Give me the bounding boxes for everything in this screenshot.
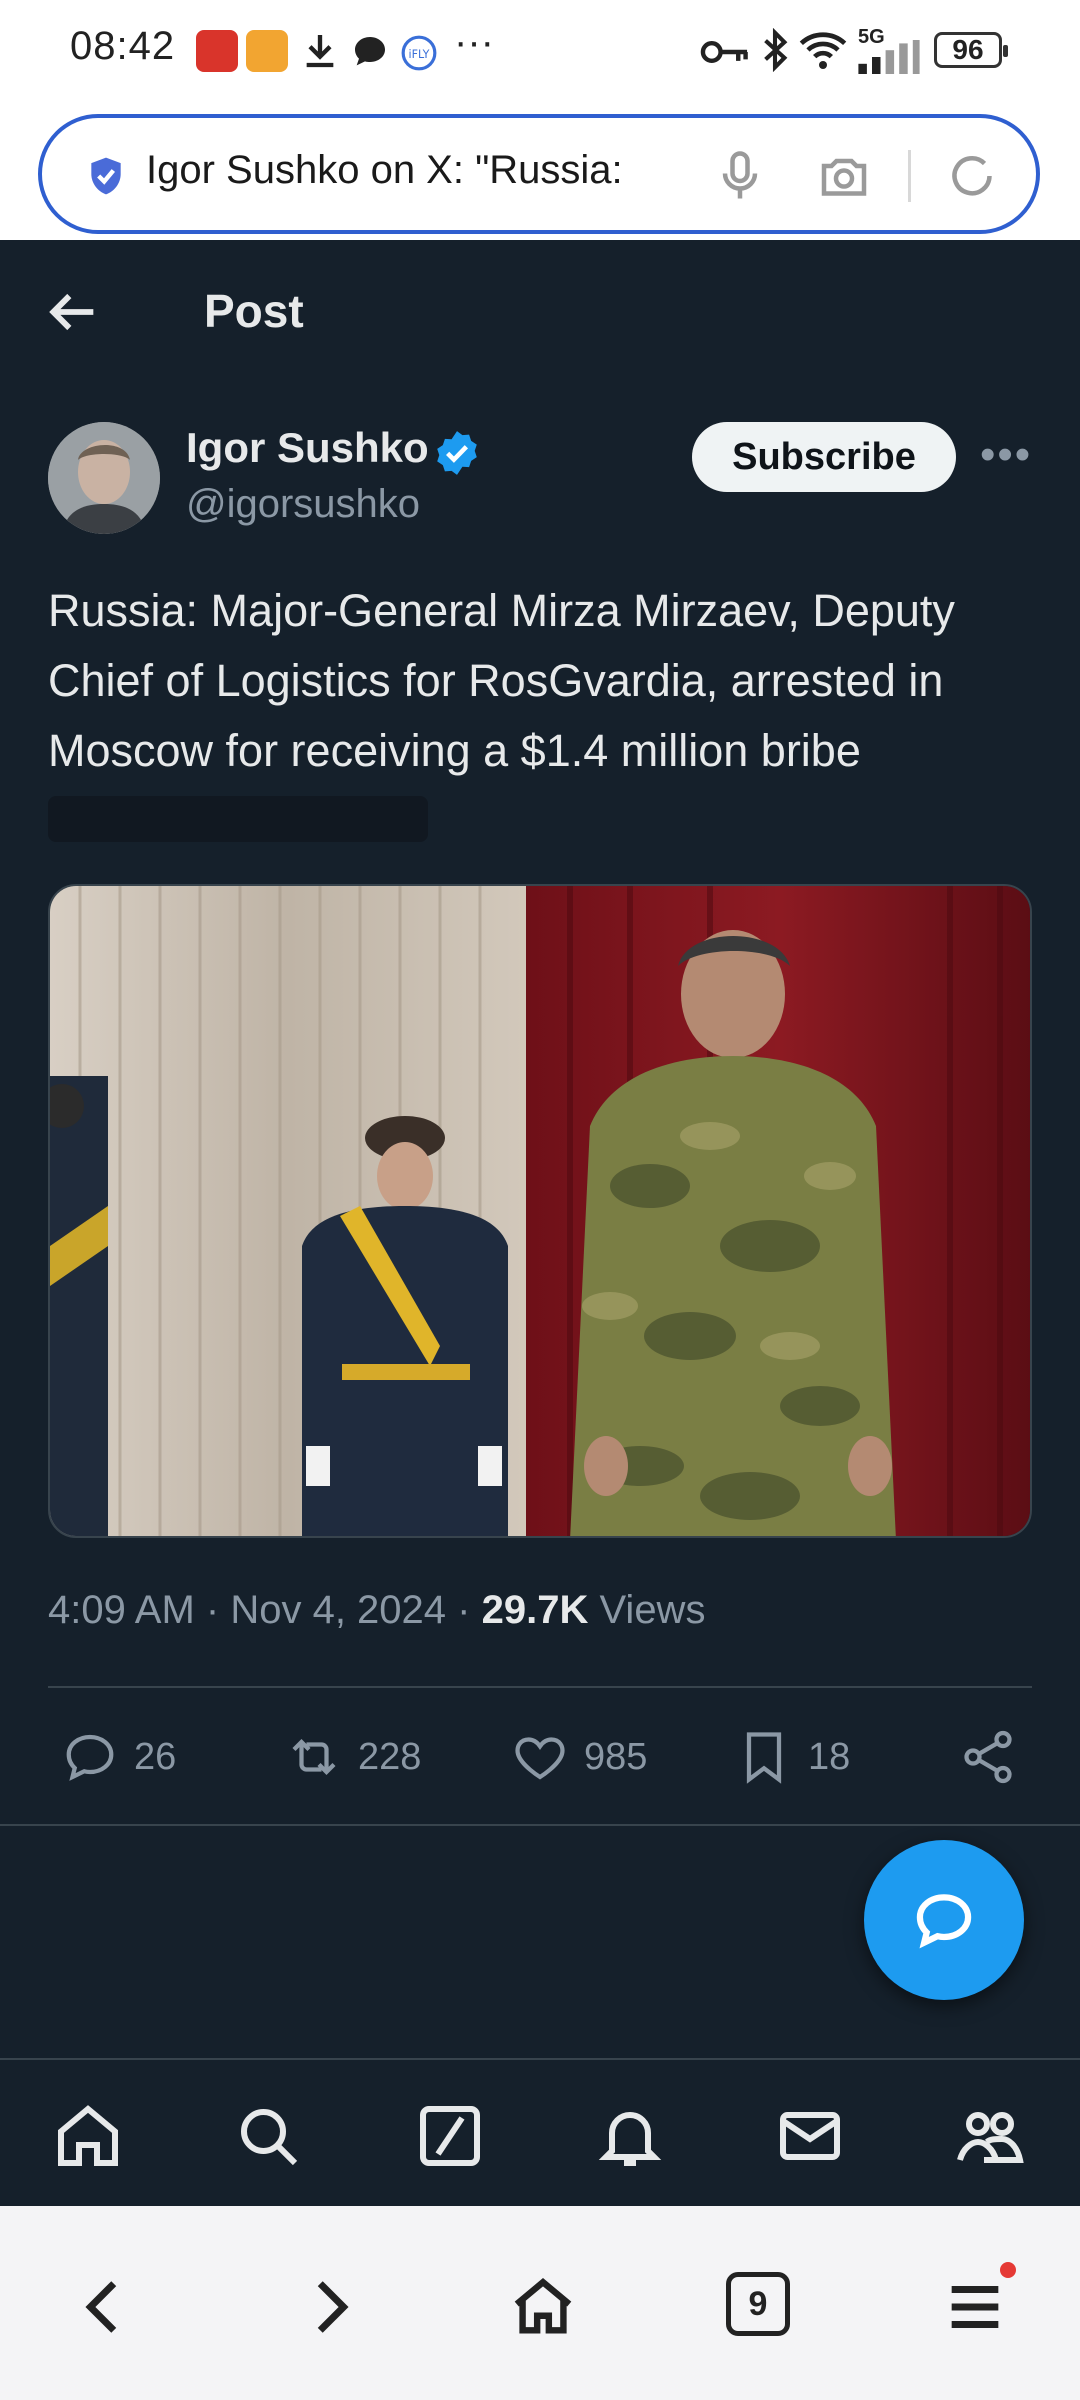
post-time: 4:09 AM bbox=[48, 1588, 195, 1632]
like-count: 985 bbox=[584, 1735, 648, 1778]
browser-forward-icon[interactable] bbox=[294, 2272, 364, 2342]
views-label: Views bbox=[599, 1588, 706, 1632]
browser-bottom-bar: 9 bbox=[0, 2206, 1080, 2400]
compose-reply-button[interactable] bbox=[864, 1840, 1024, 2000]
weibo-icon bbox=[246, 30, 288, 72]
app-icon-1 bbox=[196, 30, 238, 72]
wifi-icon bbox=[799, 32, 847, 69]
share-icon bbox=[964, 1730, 1012, 1784]
post-text: Russia: Major-General Mirza Mirzaev, Dep… bbox=[48, 585, 955, 776]
app-bottom-nav bbox=[0, 2058, 1080, 2206]
search-icon[interactable] bbox=[232, 2100, 304, 2172]
shield-icon bbox=[91, 157, 121, 195]
notification-dot bbox=[1000, 2262, 1016, 2278]
share-button[interactable] bbox=[958, 1722, 1018, 1792]
key-icon bbox=[700, 40, 748, 64]
notifications-bell-icon[interactable] bbox=[594, 2100, 666, 2172]
status-bar: 08:42 iFLY ··· 5G 96 bbox=[0, 0, 1080, 104]
redacted-text bbox=[48, 796, 428, 842]
more-status-icon: ··· bbox=[454, 20, 494, 64]
grok-icon[interactable] bbox=[414, 2100, 486, 2172]
signal-icon bbox=[858, 40, 920, 74]
address-bar[interactable]: Igor Sushko on X: "Russia: bbox=[38, 114, 1040, 234]
reload-icon[interactable] bbox=[942, 146, 1002, 206]
post-date: Nov 4, 2024 bbox=[230, 1588, 447, 1632]
verified-badge-icon bbox=[437, 431, 477, 475]
status-time: 08:42 bbox=[70, 24, 176, 68]
download-icon bbox=[306, 35, 334, 68]
chat-icon bbox=[355, 37, 385, 66]
repost-button[interactable]: 228 bbox=[284, 1722, 421, 1792]
post-meta: 4:09 AM · Nov 4, 2024 · 29.7K Views bbox=[48, 1588, 705, 1633]
address-divider bbox=[908, 150, 911, 202]
subscribe-button[interactable]: Subscribe bbox=[692, 422, 956, 492]
ifly-icon: iFLY bbox=[401, 35, 437, 71]
microphone-icon[interactable] bbox=[710, 146, 770, 206]
bluetooth-icon bbox=[764, 28, 788, 72]
browser-menu-icon[interactable] bbox=[940, 2272, 1010, 2342]
url-text[interactable]: Igor Sushko on X: "Russia: bbox=[146, 148, 706, 193]
repost-icon bbox=[292, 1738, 336, 1776]
views-count: 29.7K bbox=[481, 1588, 589, 1632]
battery-indicator: 96 bbox=[934, 32, 1008, 68]
bookmark-count: 18 bbox=[808, 1735, 851, 1778]
reply-bubble-icon bbox=[916, 1894, 972, 1949]
heart-icon bbox=[515, 1737, 565, 1780]
divider bbox=[48, 1686, 1032, 1688]
like-button[interactable]: 985 bbox=[510, 1722, 647, 1792]
communities-icon[interactable] bbox=[954, 2100, 1026, 2172]
more-options-icon[interactable]: ••• bbox=[980, 430, 1032, 480]
post-photo bbox=[50, 886, 1030, 1536]
author-name[interactable]: Igor Sushko bbox=[186, 424, 429, 472]
bookmark-icon bbox=[746, 1732, 782, 1784]
home-icon[interactable] bbox=[52, 2100, 124, 2172]
author-handle[interactable]: @igorsushko bbox=[186, 482, 420, 527]
camera-icon[interactable] bbox=[814, 146, 874, 206]
avatar[interactable] bbox=[48, 422, 160, 534]
meta-separator: · bbox=[205, 1588, 231, 1632]
divider bbox=[0, 1824, 1080, 1826]
post-image[interactable] bbox=[48, 884, 1032, 1538]
tab-switcher-button[interactable]: 9 bbox=[726, 2272, 790, 2336]
reply-button[interactable]: 26 bbox=[60, 1722, 176, 1792]
reply-count: 26 bbox=[134, 1735, 177, 1778]
back-arrow-icon[interactable] bbox=[40, 280, 104, 344]
browser-home-icon[interactable] bbox=[508, 2272, 578, 2342]
meta-separator: · bbox=[457, 1588, 482, 1632]
post-header: Post bbox=[0, 240, 1080, 380]
bookmark-button[interactable]: 18 bbox=[734, 1722, 850, 1792]
avatar-image bbox=[48, 422, 160, 534]
browser-toolbar: Igor Sushko on X: "Russia: bbox=[0, 104, 1080, 240]
browser-back-icon[interactable] bbox=[70, 2272, 140, 2342]
reply-icon bbox=[66, 1734, 114, 1781]
page-title: Post bbox=[204, 285, 304, 337]
svg-text:iFLY: iFLY bbox=[409, 48, 430, 61]
messages-envelope-icon[interactable] bbox=[774, 2100, 846, 2172]
repost-count: 228 bbox=[358, 1735, 422, 1778]
